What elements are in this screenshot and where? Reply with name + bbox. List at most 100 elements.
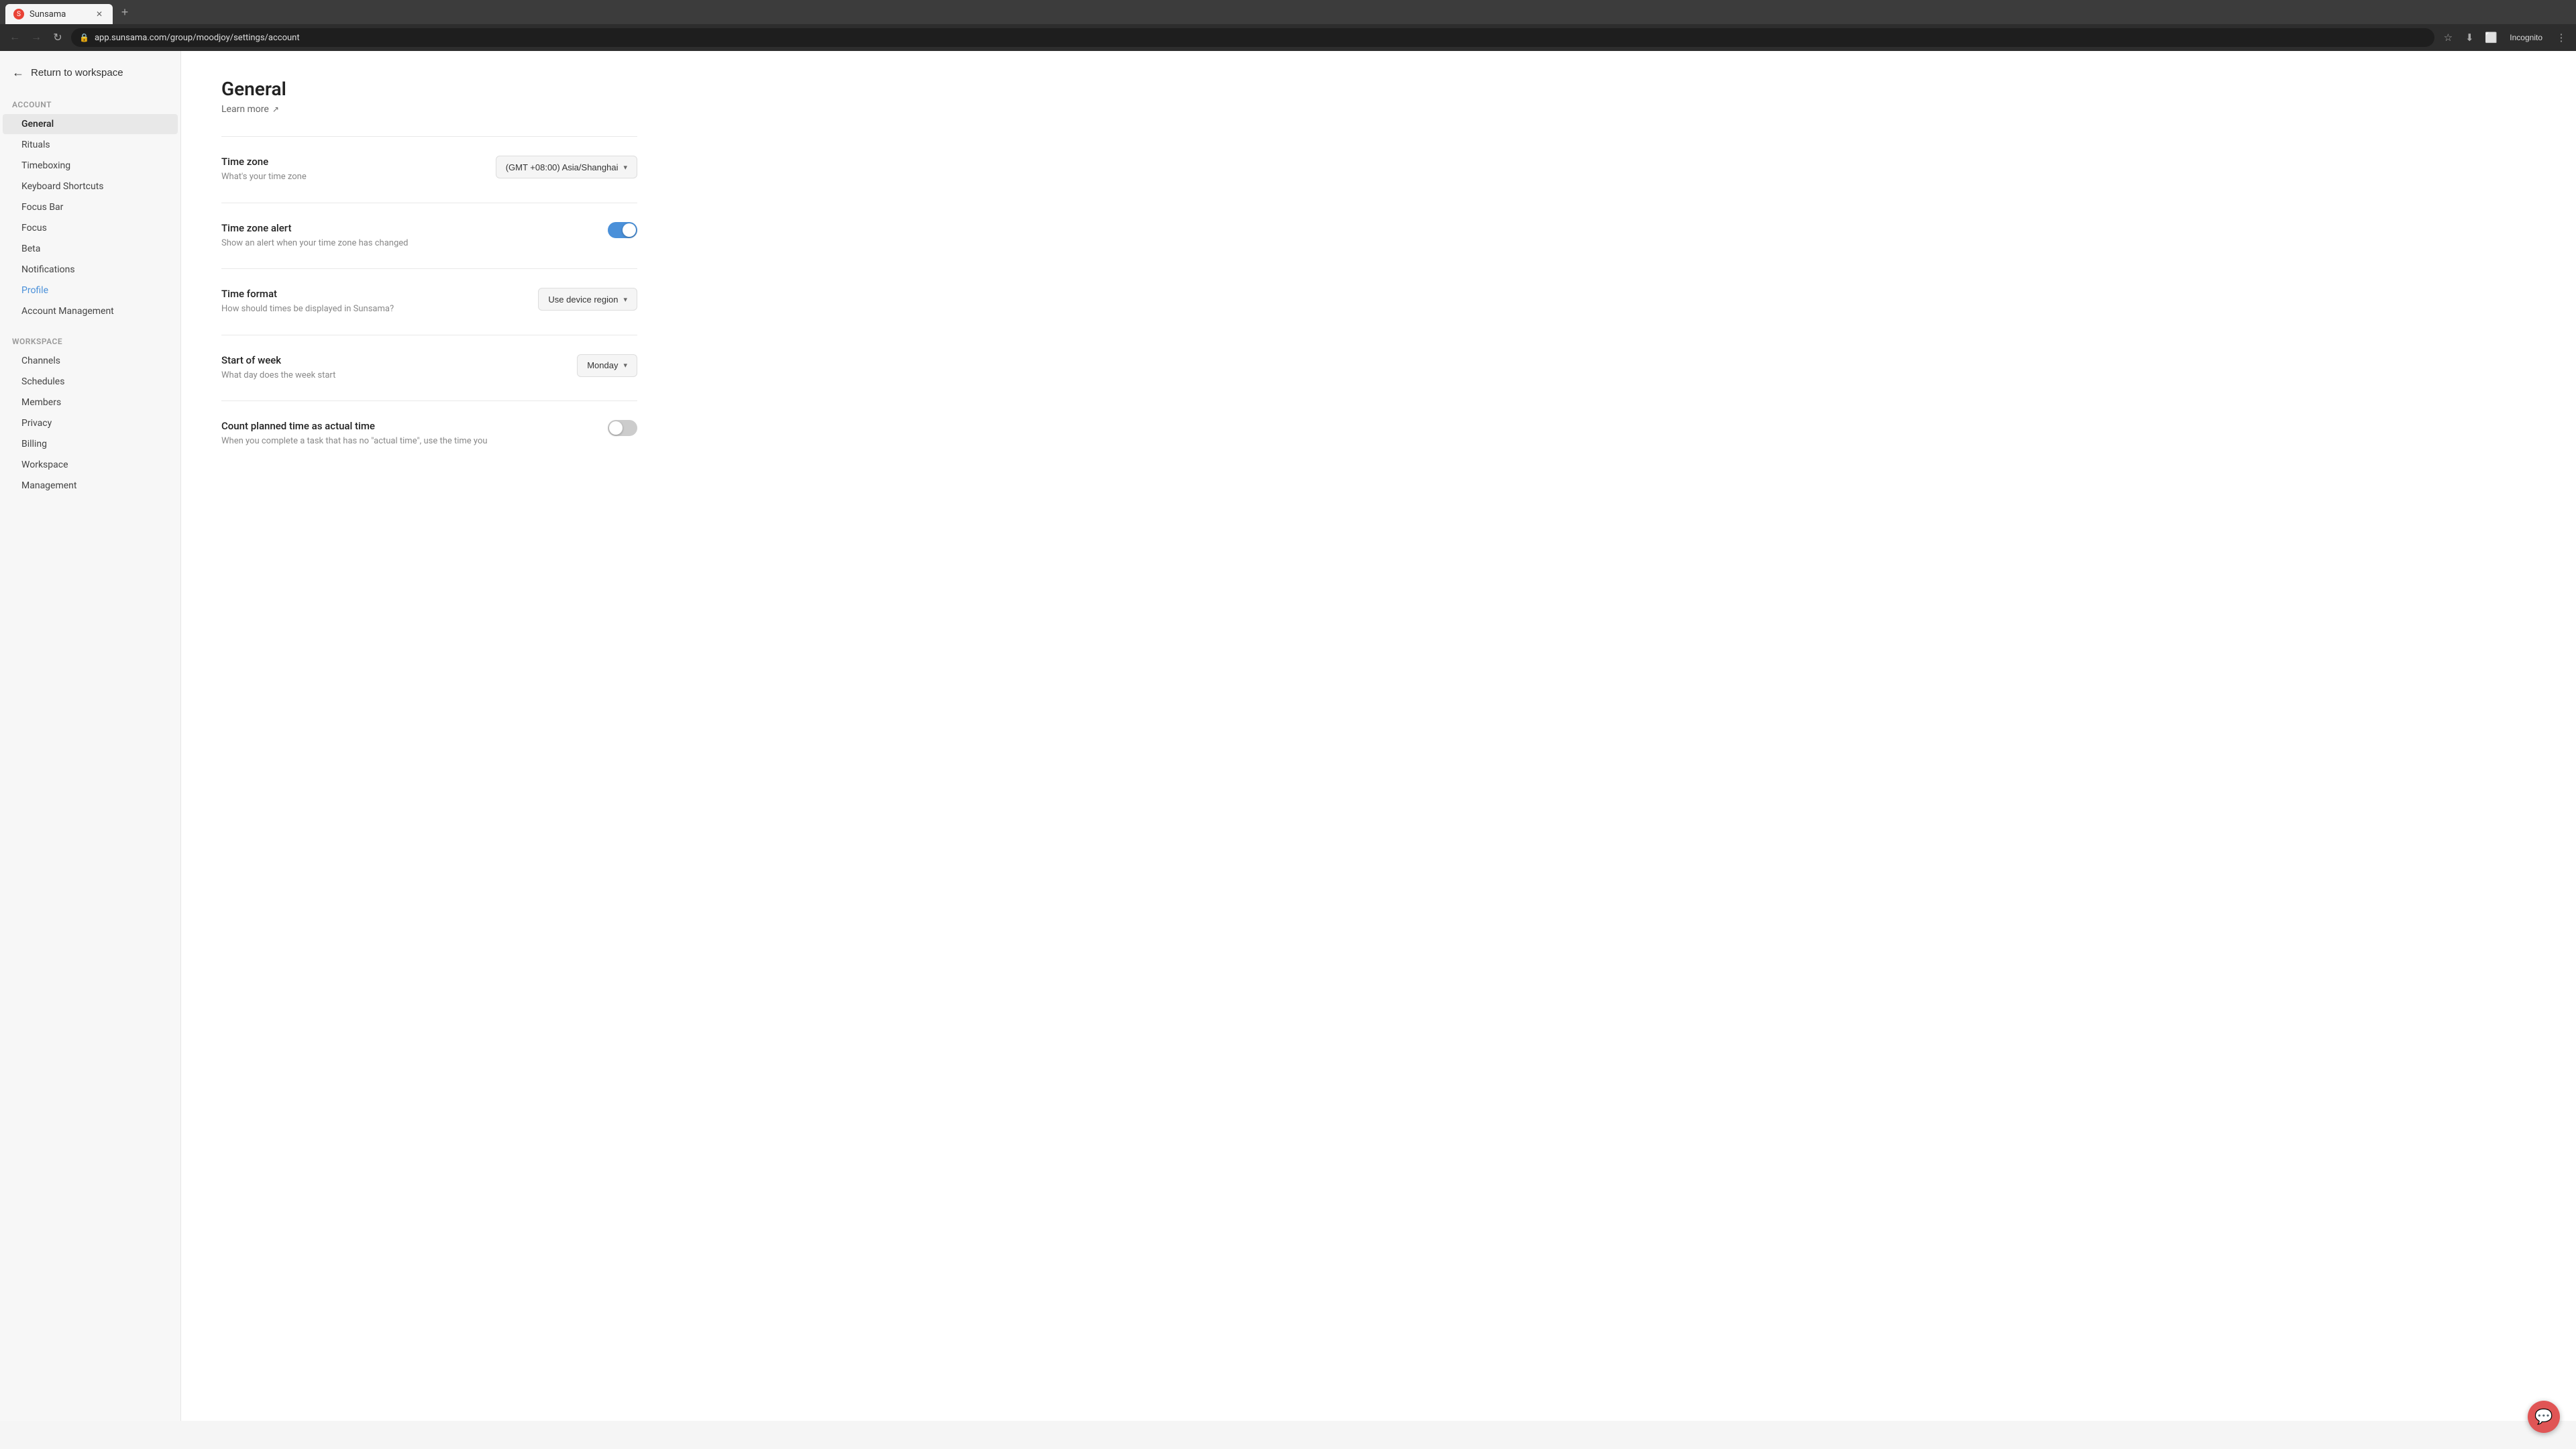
chat-icon: 💬: [2534, 1408, 2553, 1426]
settings-row-count-planned-time: Count planned time as actual time When yo…: [221, 420, 637, 448]
profile-label: Incognito: [2510, 33, 2542, 42]
label-group-count-planned-time: Count planned time as actual time When yo…: [221, 420, 581, 448]
address-text: app.sunsama.com/group/moodjoy/settings/a…: [95, 33, 300, 43]
settings-description-time-zone-alert: Show an alert when your time zone has ch…: [221, 237, 581, 250]
sidebar-item-channels[interactable]: Channels: [3, 351, 178, 371]
label-group-time-zone-alert: Time zone alertShow an alert when your t…: [221, 222, 581, 250]
forward-button[interactable]: →: [27, 28, 46, 47]
chevron-down-icon: ▾: [623, 295, 627, 304]
sidebar-item-billing[interactable]: Billing: [3, 434, 178, 454]
dropdown-value-start-of-week: Monday: [587, 360, 618, 370]
settings-control-time-zone-alert: [608, 222, 637, 238]
back-button[interactable]: ←: [5, 28, 24, 47]
bookmark-button[interactable]: ☆: [2438, 28, 2457, 47]
settings-section-start-of-week: Start of week What day does the week star…: [221, 335, 637, 401]
settings-description-count-planned-time: When you complete a task that has no "ac…: [221, 435, 581, 448]
sidebar-item-privacy[interactable]: Privacy: [3, 413, 178, 433]
tab-bar: S Sunsama ✕ +: [0, 0, 2576, 24]
main-content: General Learn more ↗ Time zone What's you…: [181, 51, 2576, 1421]
dropdown-time-zone[interactable]: (GMT +08:00) Asia/Shanghai ▾: [496, 156, 637, 178]
sidebar-item-timeboxing[interactable]: Timeboxing: [3, 156, 178, 176]
settings-section-time-zone: Time zone What's your time zone (GMT +08:0…: [221, 136, 637, 203]
sidebar-item-keyboard-shortcuts[interactable]: Keyboard Shortcuts: [3, 176, 178, 197]
sidebar-item-profile[interactable]: Profile: [3, 280, 178, 301]
browser-toolbar: ☆ ⬇ ⬜ Incognito ⋮: [2438, 28, 2571, 47]
settings-row-time-format: Time format How should times be displayed…: [221, 288, 637, 316]
settings-row-time-zone-alert: Time zone alertShow an alert when your t…: [221, 222, 637, 250]
dropdown-time-format[interactable]: Use device region ▾: [538, 288, 637, 311]
settings-label-start-of-week: Start of week: [221, 354, 550, 366]
return-button-label: Return to workspace: [31, 67, 123, 78]
toggle-count-planned-time[interactable]: [608, 420, 637, 436]
account-section-title: Account: [0, 93, 180, 113]
content-inner: General Learn more ↗ Time zone What's you…: [181, 51, 678, 494]
settings-row-start-of-week: Start of week What day does the week star…: [221, 354, 637, 382]
learn-more-link[interactable]: Learn more ↗: [221, 104, 279, 115]
workspace-menu: ChannelsSchedulesMembersPrivacyBillingWo…: [0, 351, 180, 496]
tab-close-button[interactable]: ✕: [94, 9, 105, 19]
dropdown-value-time-format: Use device region: [548, 294, 618, 305]
tab-title: Sunsama: [30, 9, 89, 19]
settings-sections: Time zone What's your time zone (GMT +08:0…: [221, 136, 637, 467]
sidebar-item-focus-bar[interactable]: Focus Bar: [3, 197, 178, 217]
sidebar: ← Return to workspace Account GeneralRit…: [0, 51, 181, 1421]
settings-label-time-zone: Time zone: [221, 156, 469, 168]
dropdown-start-of-week[interactable]: Monday ▾: [577, 354, 637, 377]
toggle-time-zone-alert[interactable]: [608, 222, 637, 238]
label-group-start-of-week: Start of week What day does the week star…: [221, 354, 550, 382]
profile-button[interactable]: Incognito: [2503, 28, 2549, 47]
account-menu: GeneralRitualsTimeboxingKeyboard Shortcu…: [0, 114, 180, 321]
return-to-workspace-button[interactable]: ← Return to workspace: [0, 51, 180, 93]
settings-control-time-format: Use device region ▾: [538, 288, 637, 311]
chevron-down-icon: ▾: [623, 163, 627, 172]
new-tab-button[interactable]: +: [115, 3, 134, 21]
learn-more-label: Learn more: [221, 104, 269, 115]
sidebar-item-focus[interactable]: Focus: [3, 218, 178, 238]
app-layout: ← Return to workspace Account GeneralRit…: [0, 51, 2576, 1421]
chevron-down-icon: ▾: [623, 361, 627, 370]
menu-button[interactable]: ⋮: [2552, 28, 2571, 47]
settings-label-time-format: Time format: [221, 288, 511, 300]
settings-section-time-zone-alert: Time zone alertShow an alert when your t…: [221, 203, 637, 269]
lock-icon: 🔒: [79, 33, 89, 42]
workspace-section-title: Workspace: [0, 330, 180, 350]
settings-label-count-planned-time: Count planned time as actual time: [221, 420, 581, 432]
sidebar-item-rituals[interactable]: Rituals: [3, 135, 178, 155]
download-button[interactable]: ⬇: [2460, 28, 2479, 47]
address-bar[interactable]: 🔒 app.sunsama.com/group/moodjoy/settings…: [71, 28, 2434, 47]
settings-control-time-zone: (GMT +08:00) Asia/Shanghai ▾: [496, 156, 637, 178]
active-tab[interactable]: S Sunsama ✕: [5, 4, 113, 24]
label-group-time-format: Time format How should times be displayed…: [221, 288, 511, 316]
dropdown-value-time-zone: (GMT +08:00) Asia/Shanghai: [506, 162, 619, 172]
address-bar-row: ← → ↻ 🔒 app.sunsama.com/group/moodjoy/se…: [0, 24, 2576, 51]
settings-description-time-format: How should times be displayed in Sunsama…: [221, 303, 511, 316]
toggle-thumb-count-planned-time: [609, 421, 623, 435]
nav-buttons: ← → ↻: [5, 28, 67, 47]
settings-control-start-of-week: Monday ▾: [577, 354, 637, 377]
settings-row-time-zone: Time zone What's your time zone (GMT +08:0…: [221, 156, 637, 184]
sidebar-item-workspace[interactable]: Workspace: [3, 455, 178, 475]
extensions-button[interactable]: ⬜: [2481, 28, 2500, 47]
sidebar-item-management[interactable]: Management: [3, 476, 178, 496]
chat-button[interactable]: 💬: [2528, 1401, 2560, 1433]
external-link-icon: ↗: [272, 105, 279, 114]
tab-favicon: S: [13, 9, 24, 19]
sidebar-item-members[interactable]: Members: [3, 392, 178, 413]
settings-control-count-planned-time: [608, 420, 637, 436]
sidebar-item-schedules[interactable]: Schedules: [3, 372, 178, 392]
toggle-thumb-time-zone-alert: [623, 223, 636, 237]
reload-button[interactable]: ↻: [48, 28, 67, 47]
settings-description-start-of-week: What day does the week start: [221, 369, 550, 382]
account-section: Account GeneralRitualsTimeboxingKeyboard…: [0, 93, 180, 330]
settings-section-count-planned-time: Count planned time as actual time When yo…: [221, 400, 637, 467]
settings-description-time-zone: What's your time zone: [221, 170, 469, 184]
workspace-section: Workspace ChannelsSchedulesMembersPrivac…: [0, 330, 180, 504]
label-group-time-zone: Time zone What's your time zone: [221, 156, 469, 184]
sidebar-item-general[interactable]: General: [3, 114, 178, 134]
back-arrow-icon: ←: [12, 66, 24, 80]
settings-section-time-format: Time format How should times be displayed…: [221, 268, 637, 335]
sidebar-item-notifications[interactable]: Notifications: [3, 260, 178, 280]
sidebar-item-beta[interactable]: Beta: [3, 239, 178, 259]
page-title: General: [221, 78, 637, 100]
sidebar-item-account-management[interactable]: Account Management: [3, 301, 178, 321]
